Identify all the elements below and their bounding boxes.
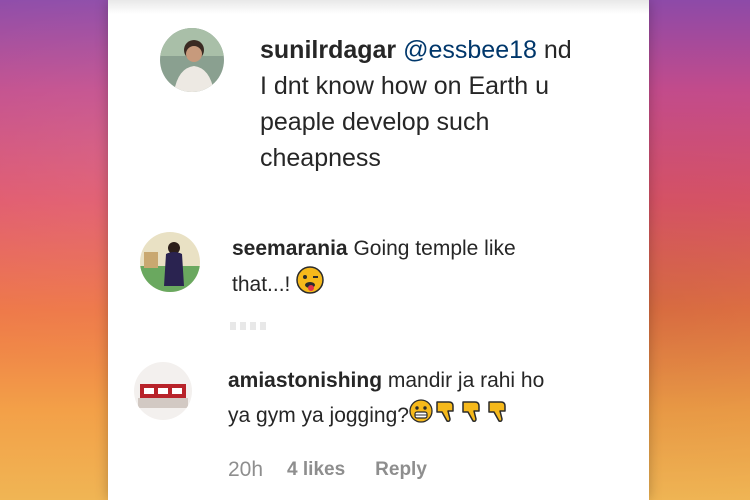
comment-amiastonishing: amiastonishing mandir ja rahi ho ya gym … [228, 364, 628, 435]
winking-tongue-face-emoji [296, 266, 324, 305]
comment-seemarania: seemarania Going temple like that...! [232, 232, 592, 305]
thumbs-down-emoji [433, 398, 459, 435]
reply-button[interactable]: Reply [375, 458, 427, 482]
comment-line: amiastonishing mandir ja rahi ho [228, 364, 628, 398]
scroll-divider [230, 322, 270, 330]
avatar-sunilrdagar[interactable] [160, 28, 224, 92]
comment-line: seemarania Going temple like [232, 232, 592, 266]
comment-line: sunilrdagar @essbee18 nd [260, 32, 620, 68]
avatar-amiastonishing[interactable] [134, 362, 192, 420]
thumbs-down-emoji [459, 398, 485, 435]
comment-meta: 20h 4 likes Reply [228, 458, 427, 482]
username[interactable]: amiastonishing [228, 369, 382, 392]
scroll-fade [108, 0, 649, 14]
username[interactable]: seemarania [232, 237, 348, 260]
avatar-seemarania[interactable] [140, 232, 200, 292]
comment-line: I dnt know how on Earth u [260, 72, 550, 100]
comment-line: ya gym ya jogging? [228, 398, 628, 435]
comments-panel: sunilrdagar @essbee18 nd I dnt know how … [108, 0, 649, 500]
comment-sunilrdagar: sunilrdagar @essbee18 nd I dnt know how … [260, 32, 620, 176]
comment-text: that...! [232, 273, 291, 297]
comment-line: cheapness [260, 144, 381, 172]
likes-count[interactable]: 4 likes [287, 458, 345, 482]
username[interactable]: sunilrdagar [260, 36, 396, 64]
comment-text: nd [543, 36, 572, 64]
grinning-face-emoji [409, 399, 433, 434]
comment-line: peaple develop such [260, 108, 490, 136]
thumbs-down-emoji [485, 398, 511, 435]
mention-link[interactable]: @essbee18 [403, 36, 537, 64]
comment-text: mandir ja rahi ho [387, 369, 545, 392]
comment-text: Going temple like [353, 237, 516, 260]
comment-text: ya gym ya jogging? [228, 404, 409, 428]
comment-time: 20h [228, 458, 264, 481]
comment-line: that...! [232, 266, 592, 305]
